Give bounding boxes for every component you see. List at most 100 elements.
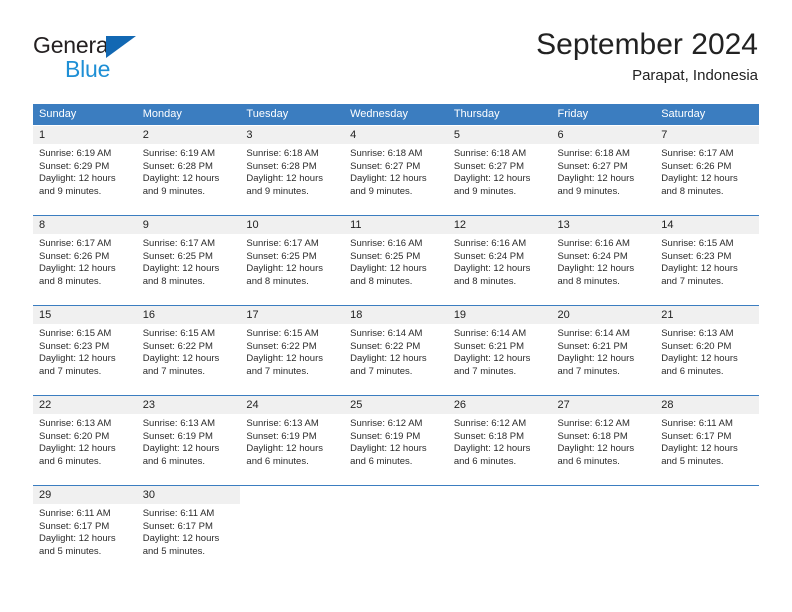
day-cell[interactable]: 16 Sunrise: 6:15 AM Sunset: 6:22 PM Dayligh… [136,306,241,395]
day-cell[interactable]: 23 Sunrise: 6:13 AM Sunset: 6:19 PM Dayligh… [136,396,241,485]
day-number: 25 [350,399,363,411]
day-cell[interactable]: 17 Sunrise: 6:15 AM Sunset: 6:22 PM Dayligh… [240,306,345,395]
day-cell[interactable]: 26 Sunrise: 6:12 AM Sunset: 6:18 PM Dayligh… [447,396,552,485]
sunset-text: Sunset: 6:22 PM [246,340,317,352]
day-number: 9 [142,219,149,231]
day-cell[interactable]: 7 Sunrise: 6:17 AM Sunset: 6:26 PM Daylight… [655,126,759,215]
day-number: 10 [246,219,259,231]
daylight-text-line2: and 9 minutes. [557,185,620,197]
day-number-bar: 24 [240,396,345,414]
day-number: 27 [557,399,570,411]
sunrise-text: Sunrise: 6:19 AM [39,148,112,159]
calendar-week-row: 29 Sunrise: 6:11 AM Sunset: 6:17 PM Dayligh… [33,485,759,575]
day-cell[interactable]: 2 Sunrise: 6:19 AM Sunset: 6:28 PM Daylight… [136,126,241,215]
day-cell[interactable]: 1 Sunrise: 6:19 AM Sunset: 6:29 PM Daylight… [33,126,137,215]
day-cell[interactable]: 13 Sunrise: 6:16 AM Sunset: 6:24 PM Dayligh… [551,216,656,305]
sunset-text: Sunset: 6:29 PM [39,160,110,172]
day-cell[interactable]: 10 Sunrise: 6:17 AM Sunset: 6:25 PM Dayligh… [240,216,345,305]
daylight-text-line2: and 6 minutes. [557,455,620,467]
day-number-bar: 14 [655,216,759,234]
day-cell[interactable]: 18 Sunrise: 6:14 AM Sunset: 6:22 PM Dayligh… [344,306,448,395]
daylight-text-line1: Daylight: 12 hours [142,263,220,275]
sunset-text: Sunset: 6:23 PM [661,250,732,262]
day-cell[interactable]: 21 Sunrise: 6:13 AM Sunset: 6:20 PM Dayligh… [655,306,759,395]
title-block: September 2024 Parapat, Indonesia [536,28,758,85]
day-details: Sunrise: 6:18 AM Sunset: 6:28 PM Daylight:… [240,144,344,198]
weekday-header-tuesday: Tuesday [246,108,289,120]
daylight-text-line1: Daylight: 12 hours [350,353,427,365]
day-details: Sunrise: 6:12 AM Sunset: 6:18 PM Daylight:… [552,414,656,468]
day-number-bar: 16 [136,306,241,324]
daylight-text-line1: Daylight: 12 hours [661,173,738,185]
sunset-text: Sunset: 6:18 PM [557,430,628,442]
daylight-text-line2: and 8 minutes. [557,275,620,287]
daylight-text-line1: Daylight: 12 hours [350,173,427,185]
day-cell[interactable]: 27 Sunrise: 6:12 AM Sunset: 6:18 PM Dayligh… [551,396,656,485]
sunrise-text: Sunrise: 6:18 AM [350,148,423,159]
day-cell[interactable]: 12 Sunrise: 6:16 AM Sunset: 6:24 PM Dayligh… [447,216,552,305]
daylight-text-line2: and 6 minutes. [142,455,206,467]
day-details: Sunrise: 6:12 AM Sunset: 6:19 PM Daylight:… [344,414,448,468]
daylight-text-line2: and 5 minutes. [661,455,724,467]
daylight-text-line1: Daylight: 12 hours [39,533,116,545]
day-number-bar: 17 [240,306,345,324]
day-number: 6 [557,129,564,141]
daylight-text-line1: Daylight: 12 hours [142,173,220,185]
day-cell[interactable]: 14 Sunrise: 6:15 AM Sunset: 6:23 PM Dayligh… [655,216,759,305]
daylight-text-line2: and 8 minutes. [350,275,413,287]
day-cell[interactable]: 11 Sunrise: 6:16 AM Sunset: 6:25 PM Dayligh… [344,216,448,305]
sunrise-text: Sunrise: 6:15 AM [142,328,216,339]
day-cell[interactable]: 5 Sunrise: 6:18 AM Sunset: 6:27 PM Daylight… [447,126,552,215]
sunset-text: Sunset: 6:27 PM [350,160,421,172]
day-number: 8 [39,219,46,231]
day-cell[interactable]: 19 Sunrise: 6:14 AM Sunset: 6:21 PM Dayligh… [447,306,552,395]
calendar-week-row: 15 Sunrise: 6:15 AM Sunset: 6:23 PM Dayligh… [33,305,759,395]
day-cell[interactable]: 20 Sunrise: 6:14 AM Sunset: 6:21 PM Dayligh… [551,306,656,395]
daylight-text-line2: and 9 minutes. [350,185,413,197]
day-cell-empty [655,486,759,575]
sunset-text: Sunset: 6:19 PM [142,430,213,442]
calendar-week-row: 8 Sunrise: 6:17 AM Sunset: 6:26 PM Daylight… [33,215,759,305]
day-cell[interactable]: 22 Sunrise: 6:13 AM Sunset: 6:20 PM Dayligh… [33,396,137,485]
daylight-text-line1: Daylight: 12 hours [142,533,220,545]
sunrise-text: Sunrise: 6:13 AM [142,418,216,429]
day-cell[interactable]: 28 Sunrise: 6:11 AM Sunset: 6:17 PM Dayligh… [655,396,759,485]
daylight-text-line2: and 7 minutes. [142,365,206,377]
day-number: 28 [661,399,674,411]
sunset-text: Sunset: 6:20 PM [661,340,732,352]
daylight-text-line1: Daylight: 12 hours [246,353,323,365]
daylight-text-line2: and 6 minutes. [453,455,517,467]
general-blue-logo: General Blue [33,33,213,85]
day-number-bar: 23 [136,396,241,414]
daylight-text-line2: and 7 minutes. [246,365,309,377]
sunrise-text: Sunrise: 6:19 AM [142,148,216,159]
day-cell[interactable]: 3 Sunrise: 6:18 AM Sunset: 6:28 PM Daylight… [240,126,345,215]
day-details: Sunrise: 6:14 AM Sunset: 6:21 PM Daylight:… [448,324,552,378]
day-number-bar: 11 [344,216,448,234]
location-subtitle: Parapat, Indonesia [632,67,758,84]
day-cell[interactable]: 15 Sunrise: 6:15 AM Sunset: 6:23 PM Dayligh… [33,306,137,395]
day-number-bar: 13 [551,216,656,234]
day-details: Sunrise: 6:17 AM Sunset: 6:25 PM Daylight:… [240,234,344,288]
weekday-header-sunday: Sunday [39,108,77,120]
day-number-bar [344,486,448,504]
day-cell[interactable]: 6 Sunrise: 6:18 AM Sunset: 6:27 PM Daylight… [551,126,656,215]
sunset-text: Sunset: 6:25 PM [142,250,213,262]
sunrise-text: Sunrise: 6:13 AM [39,418,112,429]
day-cell[interactable]: 25 Sunrise: 6:12 AM Sunset: 6:19 PM Dayligh… [344,396,448,485]
daylight-text-line2: and 6 minutes. [39,455,102,467]
day-cell[interactable]: 24 Sunrise: 6:13 AM Sunset: 6:19 PM Dayligh… [240,396,345,485]
sunrise-text: Sunrise: 6:11 AM [661,418,733,429]
day-number: 3 [246,129,253,141]
day-cell[interactable]: 4 Sunrise: 6:18 AM Sunset: 6:27 PM Daylight… [344,126,448,215]
sunset-text: Sunset: 6:17 PM [39,520,110,532]
daylight-text-line2: and 5 minutes. [142,545,206,557]
daylight-text-line1: Daylight: 12 hours [39,173,116,185]
day-cell[interactable]: 29 Sunrise: 6:11 AM Sunset: 6:17 PM Dayligh… [33,486,137,575]
day-cell-empty [240,486,345,575]
day-cell[interactable]: 8 Sunrise: 6:17 AM Sunset: 6:26 PM Daylight… [33,216,137,305]
day-cell[interactable]: 30 Sunrise: 6:11 AM Sunset: 6:17 PM Dayligh… [136,486,241,575]
daylight-text-line1: Daylight: 12 hours [661,263,738,275]
sunrise-text: Sunrise: 6:18 AM [453,148,527,159]
day-cell[interactable]: 9 Sunrise: 6:17 AM Sunset: 6:25 PM Daylight… [136,216,241,305]
